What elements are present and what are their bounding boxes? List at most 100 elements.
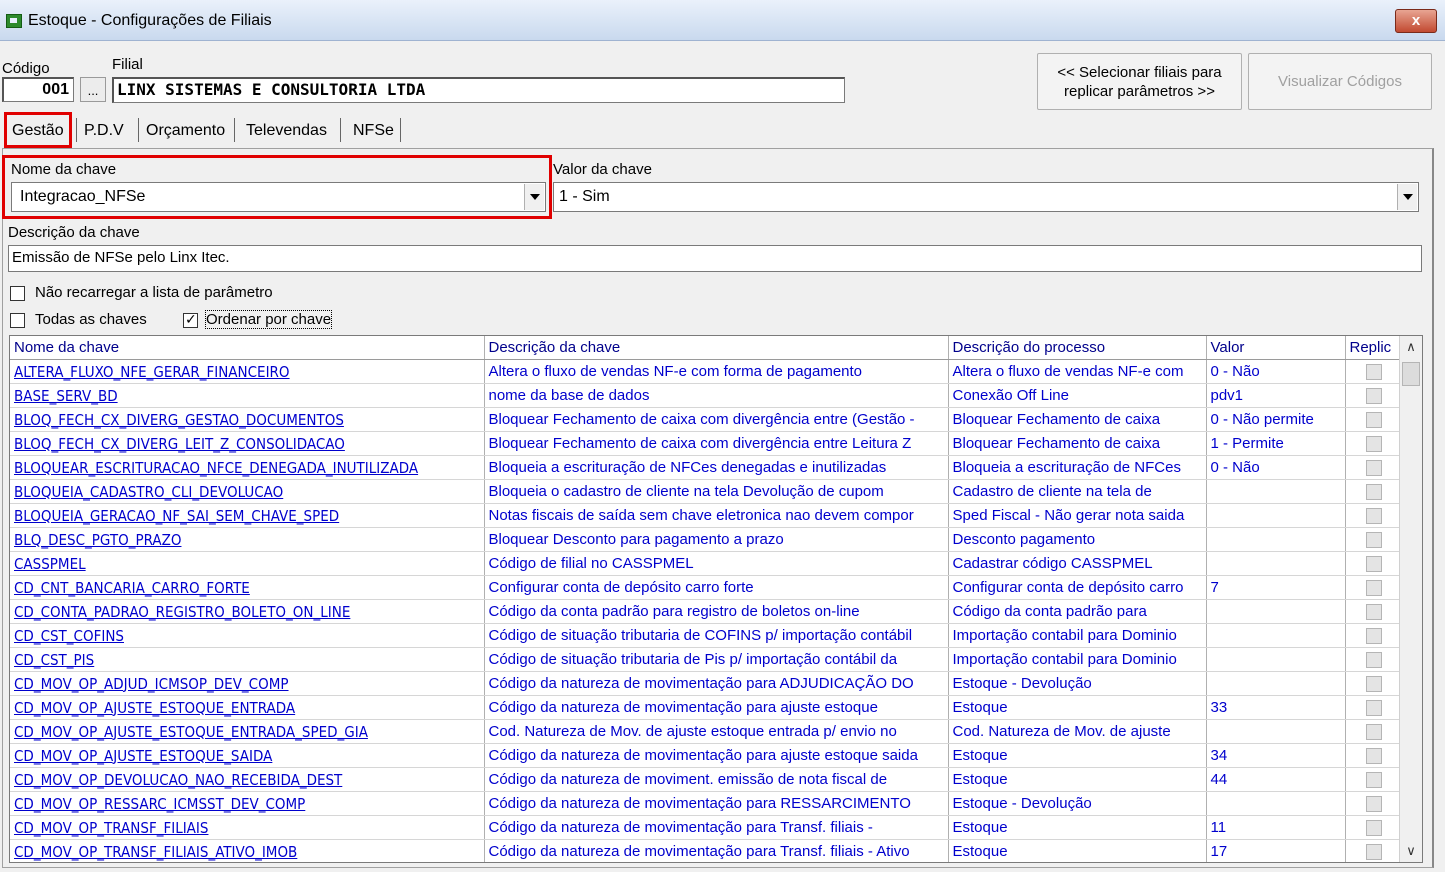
- cell-descricao-processo[interactable]: Estoque - Devolução: [948, 671, 1207, 696]
- cell-valor[interactable]: [1206, 551, 1346, 576]
- table-row[interactable]: ALTERA_FLUXO_NFE_GERAR_FINANCEIRO Altera …: [10, 359, 1402, 384]
- cell-valor[interactable]: 7: [1206, 575, 1346, 600]
- cell-descricao-processo[interactable]: Altera o fluxo de vendas NF-e com: [948, 359, 1207, 384]
- cell-descricao-chave[interactable]: Código da natureza de movimentação para …: [484, 791, 949, 816]
- cell-descricao-chave[interactable]: Notas fiscais de saída sem chave eletron…: [484, 503, 949, 528]
- cell-valor[interactable]: 17: [1206, 839, 1346, 862]
- cell-descricao-processo[interactable]: Estoque: [948, 767, 1207, 792]
- cell-valor[interactable]: 0 - Não permite: [1206, 407, 1346, 432]
- cell-descricao-processo[interactable]: Cadastro de cliente na tela de: [948, 479, 1207, 504]
- cell-nome-chave[interactable]: BASE_SERV_BD: [10, 383, 485, 408]
- replic-checkbox[interactable]: [1365, 556, 1382, 573]
- table-row[interactable]: BLOQUEAR_ESCRITURACAO_NFCE_DENEGADA_INUT…: [10, 455, 1402, 480]
- replic-checkbox[interactable]: [1365, 604, 1382, 621]
- cell-valor[interactable]: 1 - Permite: [1206, 431, 1346, 456]
- replic-checkbox[interactable]: [1365, 628, 1382, 645]
- table-row[interactable]: CD_MOV_OP_RESSARC_ICMSST_DEV_COMP Código …: [10, 791, 1402, 816]
- nao-recarregar-checkbox[interactable]: [10, 286, 25, 301]
- replic-checkbox[interactable]: [1365, 460, 1382, 477]
- cell-valor[interactable]: [1206, 503, 1346, 528]
- cell-valor[interactable]: [1206, 623, 1346, 648]
- table-row[interactable]: CD_MOV_OP_TRANSF_FILIAIS Código da nature…: [10, 815, 1402, 840]
- codigo-lookup-button[interactable]: ...: [80, 77, 106, 102]
- cell-descricao-chave[interactable]: Código da natureza de movimentação para …: [484, 839, 949, 862]
- cell-descricao-processo[interactable]: Bloquear Fechamento de caixa: [948, 407, 1207, 432]
- table-row[interactable]: BLOQ_FECH_CX_DIVERG_LEIT_Z_CONSOLIDACAO B…: [10, 431, 1402, 456]
- cell-nome-chave[interactable]: CD_MOV_OP_ADJUD_ICMSOP_DEV_COMP: [10, 671, 485, 696]
- cell-nome-chave[interactable]: CD_CONTA_PADRAO_REGISTRO_BOLETO_ON_LINE: [10, 599, 485, 624]
- select-branches-button[interactable]: << Selecionar filiais para replicar parâ…: [1037, 53, 1242, 110]
- col-header-descricao-chave[interactable]: Descrição da chave: [484, 336, 949, 360]
- cell-nome-chave[interactable]: BLOQ_FECH_CX_DIVERG_LEIT_Z_CONSOLIDACAO: [10, 431, 485, 456]
- cell-valor[interactable]: [1206, 671, 1346, 696]
- table-row[interactable]: CD_MOV_OP_ADJUD_ICMSOP_DEV_COMP Código da…: [10, 671, 1402, 696]
- filial-field[interactable]: LINX SISTEMAS E CONSULTORIA LTDA: [112, 77, 845, 103]
- cell-descricao-processo[interactable]: Sped Fiscal - Não gerar nota saida: [948, 503, 1207, 528]
- cell-valor[interactable]: [1206, 599, 1346, 624]
- table-row[interactable]: CD_MOV_OP_AJUSTE_ESTOQUE_ENTRADA Código d…: [10, 695, 1402, 720]
- cell-nome-chave[interactable]: ALTERA_FLUXO_NFE_GERAR_FINANCEIRO: [10, 359, 485, 384]
- replic-checkbox[interactable]: [1365, 532, 1382, 549]
- cell-descricao-chave[interactable]: Código da natureza de movimentação para …: [484, 695, 949, 720]
- cell-nome-chave[interactable]: BLOQUEAR_ESCRITURACAO_NFCE_DENEGADA_INUT…: [10, 455, 485, 480]
- cell-descricao-processo[interactable]: Estoque: [948, 695, 1207, 720]
- cell-descricao-processo[interactable]: Estoque - Devolução: [948, 791, 1207, 816]
- cell-descricao-processo[interactable]: Conexão Off Line: [948, 383, 1207, 408]
- col-header-valor[interactable]: Valor: [1206, 336, 1346, 360]
- cell-nome-chave[interactable]: CD_MOV_OP_TRANSF_FILIAIS_ATIVO_IMOB: [10, 839, 485, 862]
- cell-valor[interactable]: [1206, 527, 1346, 552]
- cell-descricao-chave[interactable]: Altera o fluxo de vendas NF-e com forma …: [484, 359, 949, 384]
- replic-checkbox[interactable]: [1365, 580, 1382, 597]
- vertical-scrollbar[interactable]: ∧ ∨: [1399, 336, 1422, 862]
- cell-descricao-processo[interactable]: Estoque: [948, 815, 1207, 840]
- replic-checkbox[interactable]: [1365, 772, 1382, 789]
- todas-chaves-checkbox[interactable]: [10, 313, 25, 328]
- cell-descricao-processo[interactable]: Bloqueia a escrituração de NFCes: [948, 455, 1207, 480]
- table-row[interactable]: CD_MOV_OP_AJUSTE_ESTOQUE_SAIDA Código da …: [10, 743, 1402, 768]
- table-row[interactable]: CD_MOV_OP_TRANSF_FILIAIS_ATIVO_IMOB Códig…: [10, 839, 1402, 862]
- replic-checkbox[interactable]: [1365, 796, 1382, 813]
- replic-checkbox[interactable]: [1365, 652, 1382, 669]
- cell-valor[interactable]: [1206, 719, 1346, 744]
- ordenar-chave-checkbox[interactable]: [183, 311, 198, 328]
- cell-descricao-processo[interactable]: Bloquear Fechamento de caixa: [948, 431, 1207, 456]
- cell-valor[interactable]: 33: [1206, 695, 1346, 720]
- table-row[interactable]: BASE_SERV_BD nome da base de dados Conexão…: [10, 383, 1402, 408]
- replic-checkbox[interactable]: [1365, 388, 1382, 405]
- cell-descricao-chave[interactable]: Bloquear Fechamento de caixa com divergê…: [484, 431, 949, 456]
- col-header-replic[interactable]: Replic: [1345, 336, 1402, 360]
- cell-descricao-processo[interactable]: Cadastrar código CASSPMEL: [948, 551, 1207, 576]
- replic-checkbox[interactable]: [1365, 412, 1382, 429]
- cell-descricao-chave[interactable]: Bloquear Desconto para pagamento a prazo: [484, 527, 949, 552]
- table-row[interactable]: BLOQUEIA_CADASTRO_CLI_DEVOLUCAO Bloqueia …: [10, 479, 1402, 504]
- table-row[interactable]: BLOQUEIA_GERACAO_NF_SAI_SEM_CHAVE_SPED No…: [10, 503, 1402, 528]
- cell-descricao-chave[interactable]: Bloqueia a escrituração de NFCes denegad…: [484, 455, 949, 480]
- cell-descricao-processo[interactable]: Desconto pagamento: [948, 527, 1207, 552]
- cell-nome-chave[interactable]: BLOQUEIA_CADASTRO_CLI_DEVOLUCAO: [10, 479, 485, 504]
- cell-descricao-chave[interactable]: Cod. Natureza de Mov. de ajuste estoque …: [484, 719, 949, 744]
- table-row[interactable]: BLOQ_FECH_CX_DIVERG_GESTAO_DOCUMENTOS Blo…: [10, 407, 1402, 432]
- tab-pdv[interactable]: P.D.V: [84, 118, 124, 144]
- cell-valor[interactable]: 0 - Não: [1206, 455, 1346, 480]
- descricao-chave-field[interactable]: Emissão de NFSe pelo Linx Itec.: [8, 245, 1422, 272]
- replic-checkbox[interactable]: [1365, 700, 1382, 717]
- cell-descricao-chave[interactable]: Configurar conta de depósito carro forte: [484, 575, 949, 600]
- cell-descricao-processo[interactable]: Importação contabil para Dominio: [948, 623, 1207, 648]
- table-row[interactable]: CD_CNT_BANCARIA_CARRO_FORTE Configurar co…: [10, 575, 1402, 600]
- cell-valor[interactable]: [1206, 791, 1346, 816]
- cell-valor[interactable]: [1206, 479, 1346, 504]
- table-row[interactable]: CASSPMEL Código de filial no CASSPMEL Cada…: [10, 551, 1402, 576]
- cell-nome-chave[interactable]: CD_MOV_OP_DEVOLUCAO_NAO_RECEBIDA_DEST: [10, 767, 485, 792]
- cell-valor[interactable]: 44: [1206, 767, 1346, 792]
- cell-nome-chave[interactable]: CASSPMEL: [10, 551, 485, 576]
- cell-descricao-chave[interactable]: Código da natureza de moviment. emissão …: [484, 767, 949, 792]
- cell-descricao-chave[interactable]: Código da natureza de movimentação para …: [484, 815, 949, 840]
- cell-descricao-chave[interactable]: Bloquear Fechamento de caixa com divergê…: [484, 407, 949, 432]
- table-row[interactable]: CD_MOV_OP_AJUSTE_ESTOQUE_ENTRADA_SPED_GI…: [10, 719, 1402, 744]
- cell-nome-chave[interactable]: CD_MOV_OP_AJUSTE_ESTOQUE_ENTRADA_SPED_GI…: [10, 719, 485, 744]
- cell-nome-chave[interactable]: CD_MOV_OP_TRANSF_FILIAIS: [10, 815, 485, 840]
- replic-checkbox[interactable]: [1365, 724, 1382, 741]
- tab-orcamento[interactable]: Orçamento: [146, 118, 225, 144]
- close-button[interactable]: x: [1395, 9, 1437, 33]
- tab-nfse[interactable]: NFSe: [353, 118, 394, 144]
